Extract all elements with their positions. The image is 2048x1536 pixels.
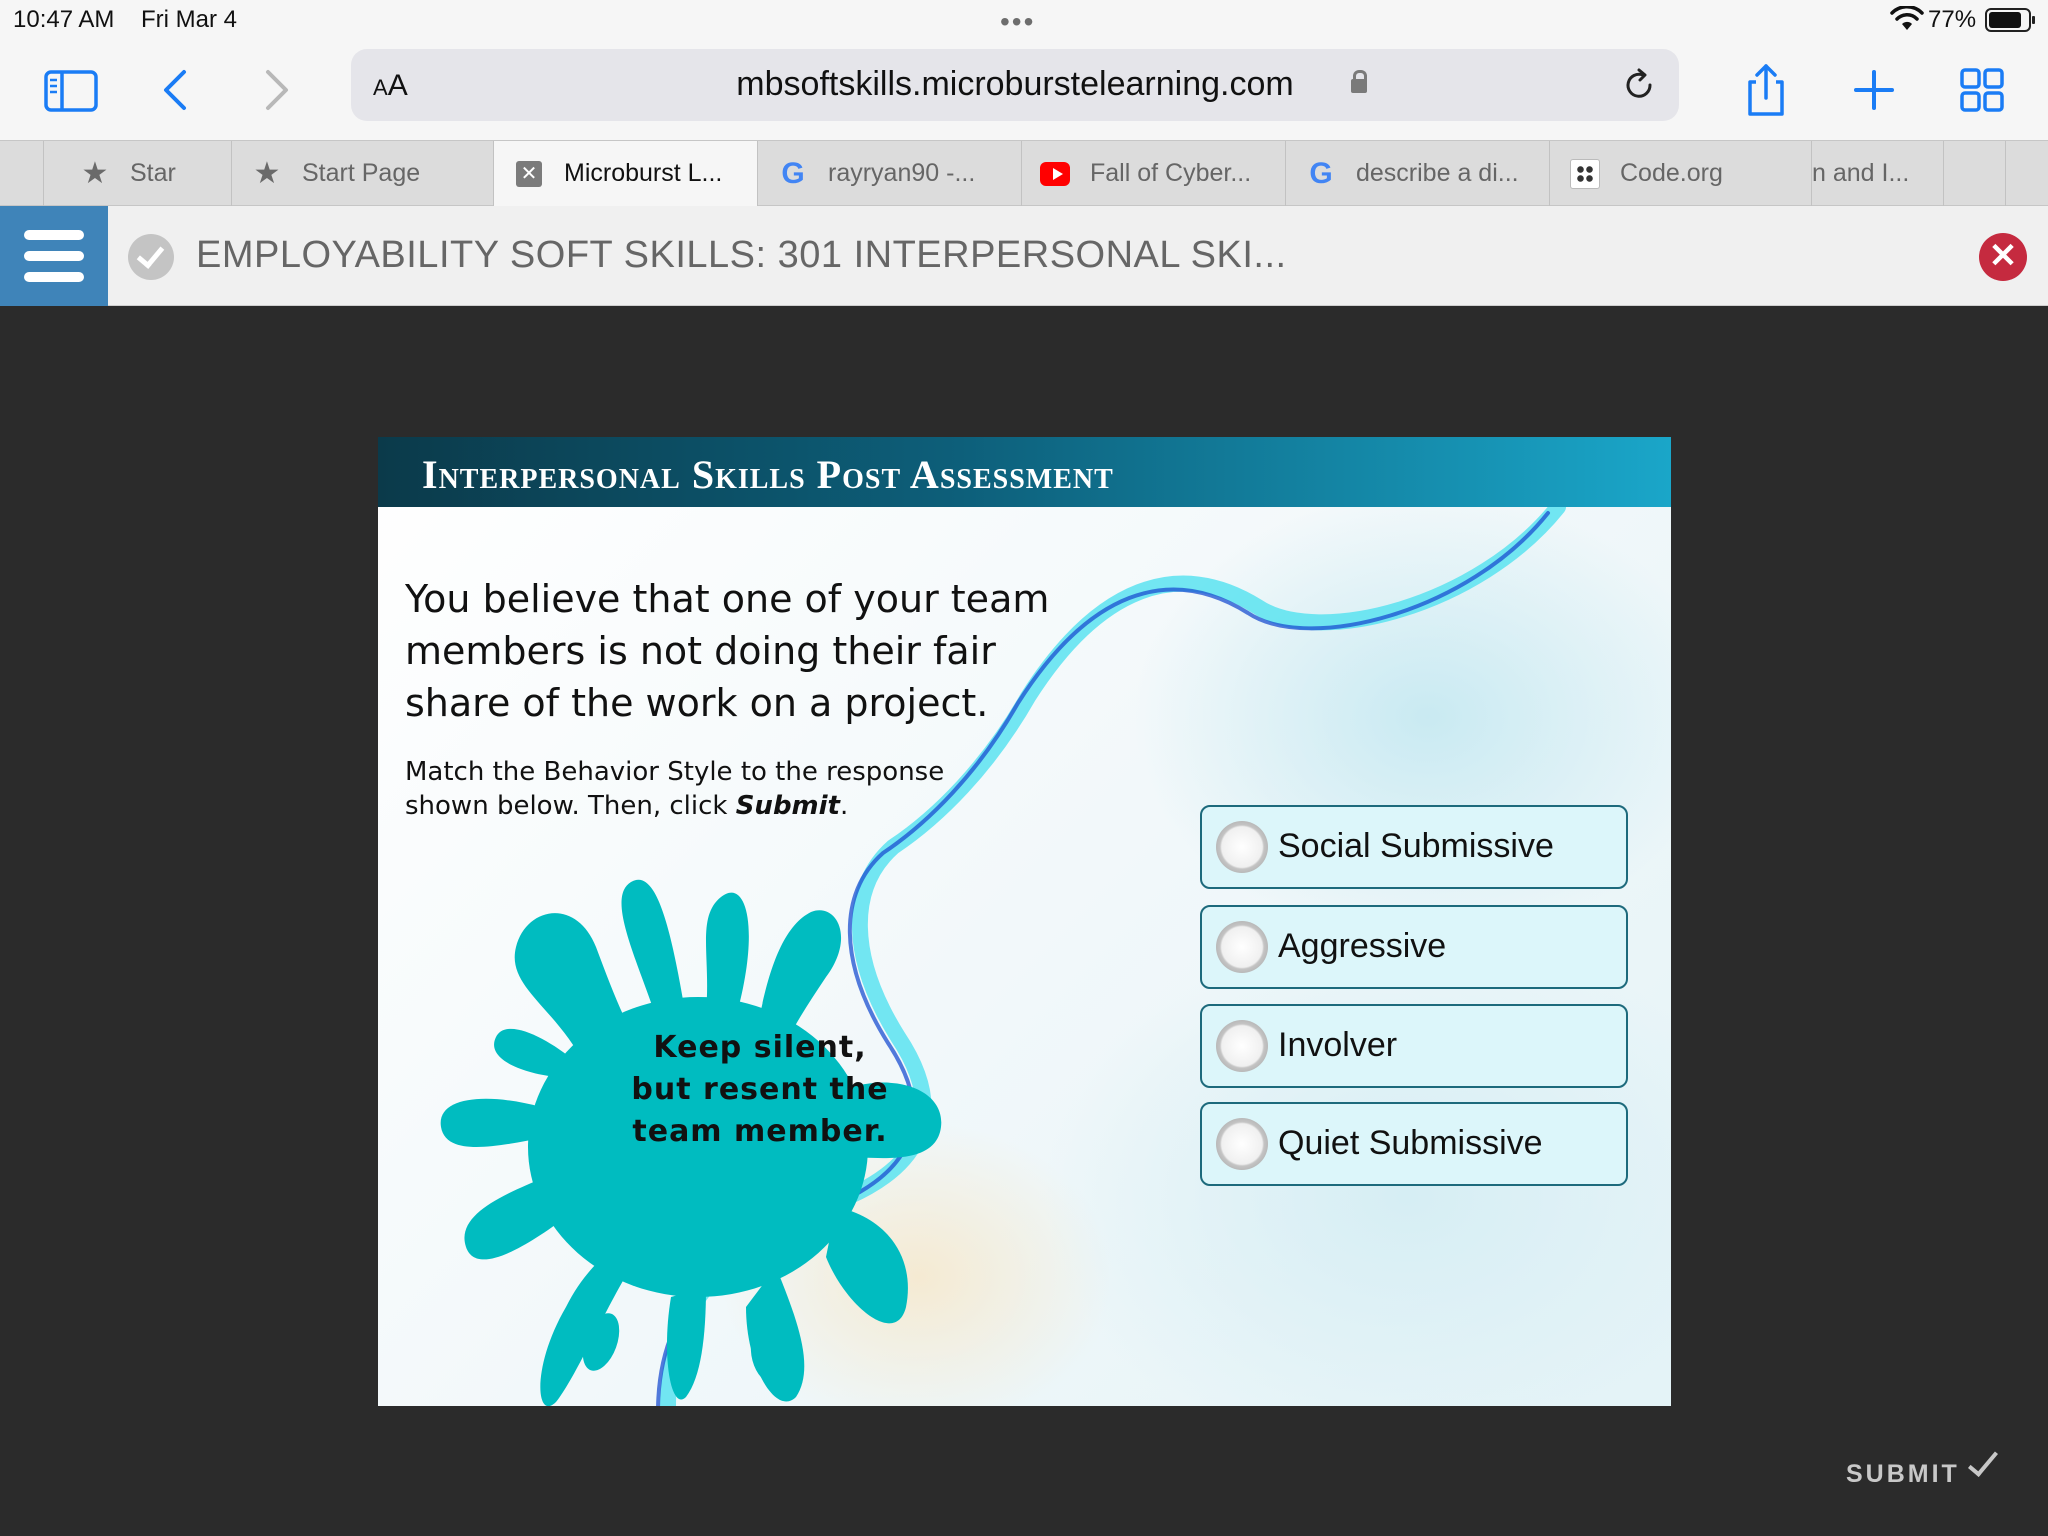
status-time: 10:47 AM (13, 6, 115, 33)
radio-button[interactable] (1216, 821, 1268, 873)
tab-overview-icon[interactable] (1952, 60, 2012, 120)
slide-title: Interpersonal Skills Post Assessment (422, 452, 1114, 497)
google-icon: G (1309, 156, 1333, 190)
close-favicon-icon[interactable]: ✕ (516, 160, 542, 187)
browser-toolbar: AA mbsoftskills.microburstelearning.com (0, 40, 2048, 140)
tab-describe[interactable]: G describe a di... (1286, 141, 1550, 206)
radio-button[interactable] (1216, 921, 1268, 973)
reload-icon[interactable] (1619, 65, 1659, 105)
back-icon[interactable] (146, 60, 206, 120)
menu-button[interactable] (0, 206, 108, 306)
course-header: EMPLOYABILITY SOFT SKILLS: 301 INTERPERS… (0, 206, 2048, 306)
forward-icon[interactable] (246, 60, 306, 120)
option-label: Social Submissive (1278, 827, 1554, 865)
battery-percent: 77% (1928, 6, 1977, 33)
status-bar: 10:47 AM Fri Mar 4 ••• 77% (0, 0, 2048, 40)
sidebar-toggle-icon[interactable] (40, 60, 100, 120)
option-aggressive[interactable]: Aggressive (1200, 905, 1628, 989)
tab-star[interactable]: ★ Star (44, 141, 232, 206)
tab-overflow[interactable] (0, 141, 44, 206)
option-label: Involver (1278, 1026, 1398, 1064)
instruction-text: Match the Behavior Style to the response… (405, 757, 945, 821)
close-course-button[interactable]: ✕ (1979, 233, 2027, 281)
share-icon[interactable] (1736, 60, 1796, 120)
tab-label: Start Page (302, 159, 421, 187)
tab-fall-of-cyber[interactable]: Fall of Cyber... (1022, 141, 1286, 206)
option-social-submissive[interactable]: Social Submissive (1200, 805, 1628, 889)
radio-button[interactable] (1216, 1020, 1268, 1072)
assessment-slide: Interpersonal Skills Post Assessment You… (378, 437, 1671, 1406)
tab-label: Microburst L... (564, 159, 723, 187)
option-label: Quiet Submissive (1278, 1124, 1543, 1162)
radio-button[interactable] (1216, 1118, 1268, 1170)
question-text: You believe that one of your team member… (405, 577, 1050, 725)
google-icon: G (781, 156, 805, 190)
hamburger-icon (24, 230, 84, 240)
code-org-icon (1570, 158, 1600, 189)
tab-label: Code.org (1620, 159, 1723, 187)
tab-label: Fall of Cyber... (1090, 159, 1252, 187)
battery-icon (1985, 8, 2035, 32)
option-label: Aggressive (1278, 927, 1447, 965)
lock-icon (1351, 70, 1367, 93)
url-text[interactable]: mbsoftskills.microburstelearning.com (351, 65, 1679, 104)
tab-overflow-right[interactable] (1944, 141, 2006, 206)
star-icon: ★ (81, 157, 109, 190)
tab-label: describe a di... (1356, 159, 1519, 187)
tab-bar: ★ Star ★ Start Page ✕ Microburst L... G … (0, 140, 2048, 206)
status-date: Fri Mar 4 (141, 6, 237, 33)
slide-header: Interpersonal Skills Post Assessment (378, 437, 1671, 507)
checkmark-icon (1967, 1445, 1998, 1477)
response-text: Keep silent, but resent the team member. (631, 1030, 889, 1149)
option-quiet-submissive[interactable]: Quiet Submissive (1200, 1102, 1628, 1186)
star-icon: ★ (253, 157, 281, 190)
new-tab-icon[interactable] (1844, 60, 1904, 120)
course-title: EMPLOYABILITY SOFT SKILLS: 301 INTERPERS… (196, 234, 1287, 276)
tab-label: n and I... (1812, 159, 1910, 187)
tab-label: rayryan90 -... (828, 159, 976, 187)
tab-rayryan90[interactable]: G rayryan90 -... (758, 141, 1022, 206)
submit-button[interactable]: SUBMIT (1846, 1445, 1998, 1489)
tab-microburst[interactable]: ✕ Microburst L... (494, 141, 758, 206)
wifi-icon (1890, 6, 1924, 30)
tab-partial[interactable]: n and I... (1812, 141, 1944, 206)
tab-start-page[interactable]: ★ Start Page (232, 141, 494, 206)
address-bar[interactable]: AA mbsoftskills.microburstelearning.com (351, 49, 1679, 121)
multitasking-dots-icon[interactable]: ••• (1000, 6, 1035, 38)
submit-emphasis: Submit (735, 791, 840, 821)
option-involver[interactable]: Involver (1200, 1004, 1628, 1088)
completion-check-icon (128, 234, 174, 280)
tab-label: Star (130, 159, 176, 187)
youtube-icon (1040, 161, 1070, 186)
tab-code-org[interactable]: Code.org (1550, 141, 1812, 206)
